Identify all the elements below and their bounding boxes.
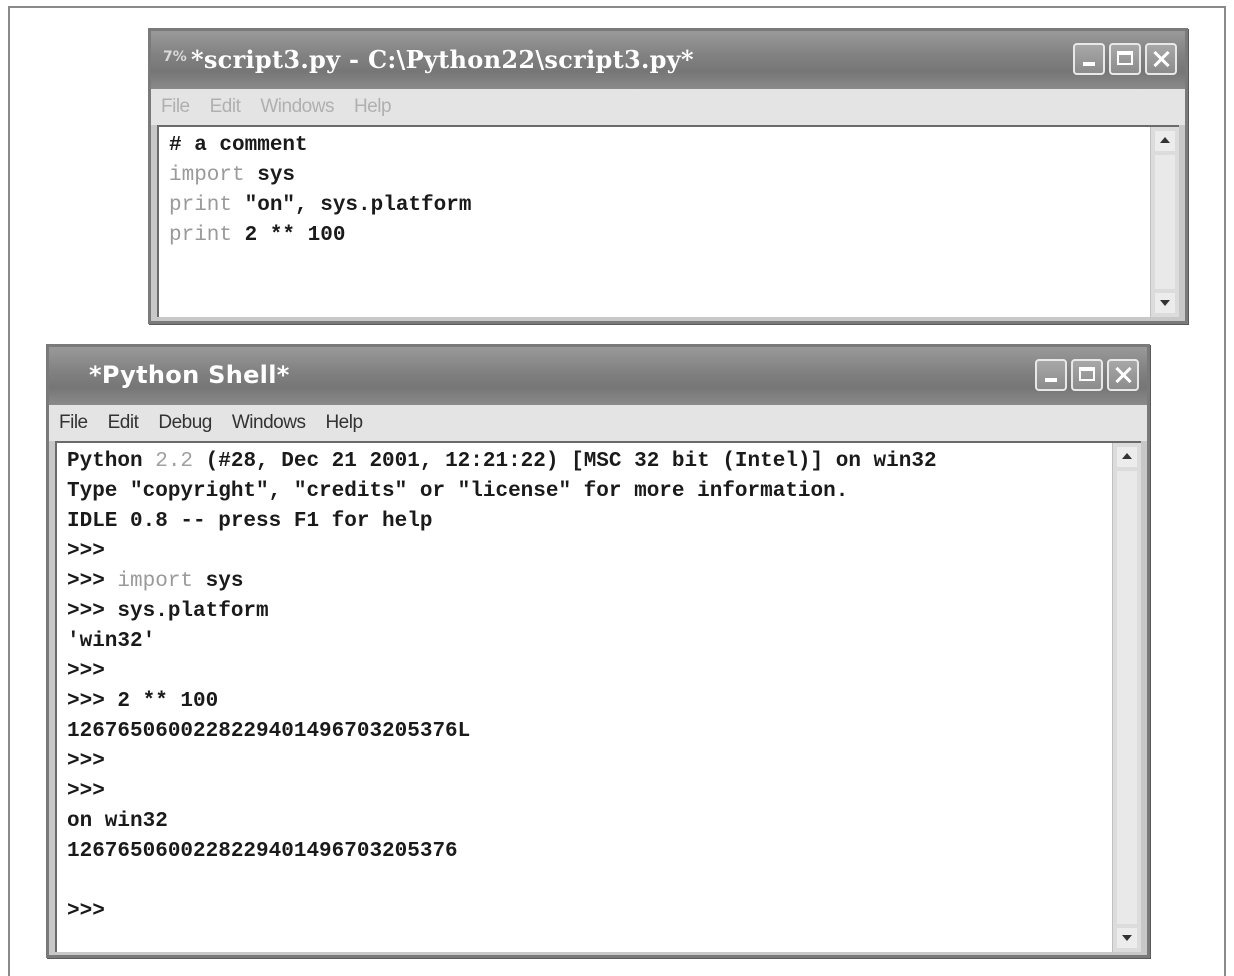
text-token: >>> sys.platform: [67, 600, 269, 623]
text-token: 1267650600228229401496703205376L: [67, 720, 471, 743]
text-token: Python: [67, 450, 156, 473]
code-line: >>>: [67, 747, 1141, 777]
scroll-up-arrow-icon[interactable]: [1117, 447, 1137, 467]
menu-edit[interactable]: Edit: [108, 412, 139, 434]
menu-windows[interactable]: Windows: [232, 412, 306, 434]
scroll-up-arrow-icon[interactable]: [1155, 131, 1175, 151]
scroll-down-arrow-icon[interactable]: [1155, 293, 1175, 313]
python-shell-window: *Python Shell* File Edit Debug Windows H…: [46, 344, 1150, 958]
code-line: >>>: [67, 537, 1141, 567]
text-token: 'win32': [67, 630, 156, 653]
minimize-button[interactable]: [1073, 43, 1105, 75]
code-line: 1267650600228229401496703205376: [67, 837, 1141, 867]
text-token: >>>: [67, 540, 105, 563]
close-button[interactable]: [1107, 359, 1139, 391]
menu-bar: File Edit Debug Windows Help: [49, 405, 1147, 441]
title-bar[interactable]: *Python Shell*: [49, 347, 1147, 405]
code-editor[interactable]: # a comment import sys print "on", sys.pla…: [157, 125, 1179, 317]
code-line: # a comment: [169, 131, 1179, 161]
code-line: import sys: [169, 161, 1179, 191]
title-bar[interactable]: 7% *script3.py - C:\Python22\script3.py*: [151, 31, 1185, 89]
vertical-scrollbar[interactable]: [1112, 443, 1141, 952]
text-token: sys: [193, 570, 244, 593]
scroll-track[interactable]: [1117, 471, 1137, 924]
text-token: Type "copyright", "credits" or "license"…: [67, 480, 849, 503]
menu-help[interactable]: Help: [325, 412, 363, 434]
code-line: IDLE 0.8 -- press F1 for help: [67, 507, 1141, 537]
code-line: >>> 2 ** 100: [67, 687, 1141, 717]
text-token: >>>: [67, 570, 118, 593]
minimize-button[interactable]: [1035, 359, 1067, 391]
keyword-token: print: [169, 224, 233, 247]
code-line: print 2 ** 100: [169, 221, 1179, 251]
text-token: >>> 2 ** 100: [67, 690, 219, 713]
text-token: IDLE 0.8 -- press F1 for help: [67, 510, 433, 533]
code-line: 1267650600228229401496703205376L: [67, 717, 1141, 747]
code-line: >>>: [67, 897, 1141, 927]
script-editor-window: 7% *script3.py - C:\Python22\script3.py*…: [148, 28, 1188, 324]
code-line: >>> sys.platform: [67, 597, 1141, 627]
shell-output[interactable]: Python 2.2 (#28, Dec 21 2001, 12:21:22) …: [55, 441, 1141, 952]
menu-windows[interactable]: Windows: [260, 96, 334, 118]
text-token: >>>: [67, 900, 105, 923]
code-line: 'win32': [67, 627, 1141, 657]
keyword-token: import: [117, 570, 194, 593]
code-line: >>>: [67, 777, 1141, 807]
code-line: >>> import sys: [67, 567, 1141, 597]
text-token: # a comment: [169, 134, 308, 157]
menu-bar: File Edit Windows Help: [151, 89, 1185, 125]
text-token: "on", sys.platform: [232, 194, 472, 217]
code-line: >>>: [67, 657, 1141, 687]
code-text[interactable]: # a comment import sys print "on", sys.pla…: [159, 127, 1179, 251]
menu-file[interactable]: File: [161, 96, 190, 118]
text-token: on win32: [67, 810, 168, 833]
code-line: Type "copyright", "credits" or "license"…: [67, 477, 1141, 507]
idle-app-icon: 7%: [163, 49, 187, 65]
text-token: >>>: [67, 780, 105, 803]
text-token: sys: [244, 164, 296, 187]
text-token: 1267650600228229401496703205376: [67, 840, 458, 863]
window-title: *script3.py - C:\Python22\script3.py*: [191, 45, 694, 74]
scroll-track[interactable]: [1155, 155, 1175, 289]
text-token: 2 ** 100: [232, 224, 346, 247]
menu-debug[interactable]: Debug: [158, 412, 212, 434]
text-token: 2.2: [155, 450, 194, 473]
code-line: Python 2.2 (#28, Dec 21 2001, 12:21:22) …: [67, 447, 1141, 477]
close-button[interactable]: [1145, 43, 1177, 75]
window-title: *Python Shell*: [89, 361, 290, 389]
text-token: >>>: [67, 750, 105, 773]
keyword-token: print: [169, 194, 233, 217]
maximize-button[interactable]: [1109, 43, 1141, 75]
code-line: print "on", sys.platform: [169, 191, 1179, 221]
keyword-token: import: [169, 164, 245, 187]
menu-help[interactable]: Help: [354, 96, 392, 118]
scroll-down-arrow-icon[interactable]: [1117, 928, 1137, 948]
vertical-scrollbar[interactable]: [1150, 127, 1179, 317]
menu-edit[interactable]: Edit: [210, 96, 241, 118]
code-line: on win32: [67, 807, 1141, 837]
maximize-button[interactable]: [1071, 359, 1103, 391]
menu-file[interactable]: File: [59, 412, 88, 434]
text-token: (#28, Dec 21 2001, 12:21:22) [MSC 32 bit…: [193, 450, 937, 473]
shell-text[interactable]: Python 2.2 (#28, Dec 21 2001, 12:21:22) …: [57, 443, 1141, 927]
text-token: >>>: [67, 660, 105, 683]
